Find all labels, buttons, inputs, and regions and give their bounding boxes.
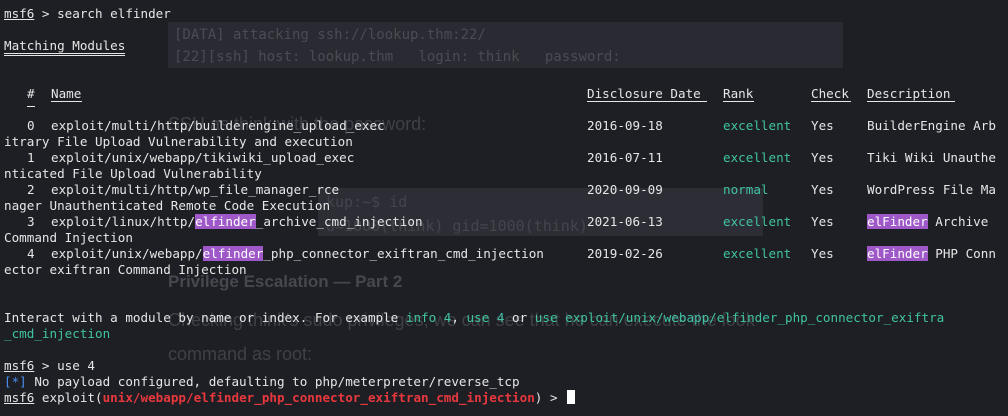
- module-description-cell: elFinder Archive: [867, 214, 988, 230]
- table-row: 3 exploit/linux/http/elfinder_archive_cmd…: [4, 214, 1004, 230]
- table-row-wrap: nager Unauthenticated Remote Code Execut…: [4, 198, 331, 213]
- terminal-window[interactable]: msf6 > search elfinder Matching Modules …: [0, 0, 1008, 416]
- module-description-cell: BuilderEngine Arb: [867, 118, 996, 134]
- module-description-cell: WordPress File Ma: [867, 182, 996, 198]
- module-rank: excellent: [723, 214, 792, 229]
- col-header-check: Check: [811, 86, 849, 101]
- msf-prompt: msf6: [4, 358, 35, 373]
- module-date: 2020-09-09: [587, 182, 663, 197]
- module-description: Archive: [927, 214, 989, 229]
- cursor-block[interactable]: [567, 390, 576, 404]
- module-description-cell: elFinder PHP Conn: [867, 246, 996, 262]
- module-description: Tiki Wiki Unauthe: [867, 150, 996, 165]
- col-separator: [723, 101, 754, 102]
- module-description: WordPress File Ma: [867, 182, 996, 197]
- table-row: 2 exploit/multi/http/wp_file_manager_rce 2…: [4, 182, 1004, 198]
- module-rank: excellent: [723, 150, 792, 165]
- module-name-part: exploit/linux/http/: [51, 214, 196, 229]
- table-row-wrap: itrary File Upload Vulnerability and exe…: [4, 134, 353, 149]
- interact-use-full-wrap[interactable]: _cmd_injection: [4, 326, 110, 341]
- module-check: Yes: [811, 246, 834, 261]
- module-name[interactable]: exploit/multi/http/builderengine_upload_…: [51, 118, 385, 134]
- module-check: Yes: [811, 182, 834, 197]
- search-highlight: elFinder: [867, 214, 928, 229]
- exploit-close: ) >: [534, 390, 566, 405]
- module-date: 2016-09-18: [587, 118, 663, 133]
- module-check: Yes: [811, 214, 834, 229]
- search-highlight: elfinder: [202, 246, 264, 261]
- module-name[interactable]: exploit/linux/http/elfinder_archive_cmd_…: [51, 214, 423, 230]
- module-date: 2019-02-26: [587, 246, 663, 261]
- module-name[interactable]: exploit/unix/webapp/tikiwiki_upload_exec: [51, 150, 354, 166]
- module-check: Yes: [811, 150, 834, 165]
- matching-modules-title: Matching Modules: [4, 38, 126, 56]
- col-header-rank: Rank: [723, 86, 754, 101]
- table-row-wrap: ector exiftran Command Injection: [4, 262, 247, 277]
- module-index: 0: [27, 118, 35, 133]
- table-row-wrap: nticated File Upload Vulnerability: [4, 166, 262, 181]
- module-name[interactable]: exploit/multi/http/wp_file_manager_rce: [51, 182, 339, 198]
- col-header-name: Name: [51, 86, 82, 101]
- info-marker: [*]: [4, 374, 27, 389]
- module-rank: excellent: [723, 246, 792, 261]
- info-text: No payload configured, defaulting to php…: [26, 374, 520, 389]
- table-row: 1 exploit/unix/webapp/tikiwiki_upload_exe…: [4, 150, 1004, 166]
- col-header-desc: Description: [867, 86, 951, 101]
- module-name-part: _archive_cmd_injection: [255, 214, 423, 229]
- module-index: 4: [27, 246, 35, 261]
- module-name[interactable]: exploit/unix/webapp/elfinder_php_connect…: [51, 246, 544, 262]
- module-description: PHP Conn: [927, 246, 996, 261]
- command-text: > search elfinder: [34, 6, 171, 21]
- current-prompt-line[interactable]: msf6 exploit(unix/webapp/elfinder_php_co…: [4, 390, 576, 406]
- col-header-date: Disclosure Date: [587, 86, 701, 101]
- col-separator: [27, 106, 35, 107]
- module-index: 3: [27, 214, 35, 229]
- col-header-num: #: [27, 86, 35, 101]
- col-separator: [811, 101, 851, 102]
- module-name-part: exploit/multi/http/wp_file_manager_rce: [51, 182, 340, 197]
- module-name-part: exploit/unix/webapp/: [51, 246, 203, 261]
- module-date: 2016-07-11: [587, 150, 663, 165]
- interact-or: or: [504, 310, 535, 325]
- table-row: 4 exploit/unix/webapp/elfinder_php_connec…: [4, 246, 1004, 262]
- col-separator: [51, 101, 82, 102]
- table-header: # Name Disclosure Date Rank Check Descri…: [4, 86, 1004, 107]
- module-path: unix/webapp/elfinder_php_connector_exift…: [102, 390, 535, 405]
- interact-wrap-line: _cmd_injection: [4, 326, 110, 342]
- interact-use-link[interactable]: use 4: [467, 310, 505, 325]
- col-separator: [867, 101, 955, 102]
- module-check: Yes: [811, 118, 834, 133]
- msf-prompt: msf6: [4, 390, 35, 405]
- command-line: msf6 > search elfinder: [4, 6, 171, 22]
- module-rank: normal: [723, 182, 769, 197]
- search-highlight: elfinder: [195, 214, 256, 229]
- command-line: msf6 > use 4: [4, 358, 95, 374]
- table-row: 0 exploit/multi/http/builderengine_upload…: [4, 118, 1004, 134]
- table-row-wrap: Command Injection: [4, 230, 133, 245]
- module-name-part: exploit/unix/webapp/tikiwiki_upload_exec: [51, 150, 355, 165]
- exploit-word: exploit(: [34, 390, 103, 405]
- search-highlight: elFinder: [867, 246, 928, 261]
- interact-use-full-link[interactable]: use exploit/unix/webapp/elfinder_php_con…: [535, 310, 944, 325]
- module-date: 2021-06-13: [587, 214, 663, 229]
- module-index: 1: [27, 150, 35, 165]
- module-description: BuilderEngine Arb: [867, 118, 996, 133]
- col-separator: [587, 101, 707, 102]
- command-text: > use 4: [34, 358, 96, 373]
- matching-title-line: Matching Modules: [4, 38, 126, 56]
- interact-comma: ,: [451, 310, 467, 325]
- module-index: 2: [27, 182, 35, 197]
- msf-prompt: msf6: [4, 6, 35, 21]
- module-description-cell: Tiki Wiki Unauthe: [867, 150, 996, 166]
- module-name-part: _php_connector_exiftran_cmd_injection: [263, 246, 544, 261]
- info-line: [*] No payload configured, defaulting to…: [4, 374, 520, 390]
- module-name-part: exploit/multi/http/builderengine_upload_…: [51, 118, 385, 133]
- interact-line: Interact with a module by name or index.…: [4, 310, 944, 326]
- interact-text: Interact with a module by name or index.…: [4, 310, 406, 325]
- interact-info-link[interactable]: info 4: [406, 310, 452, 325]
- module-rank: excellent: [723, 118, 792, 133]
